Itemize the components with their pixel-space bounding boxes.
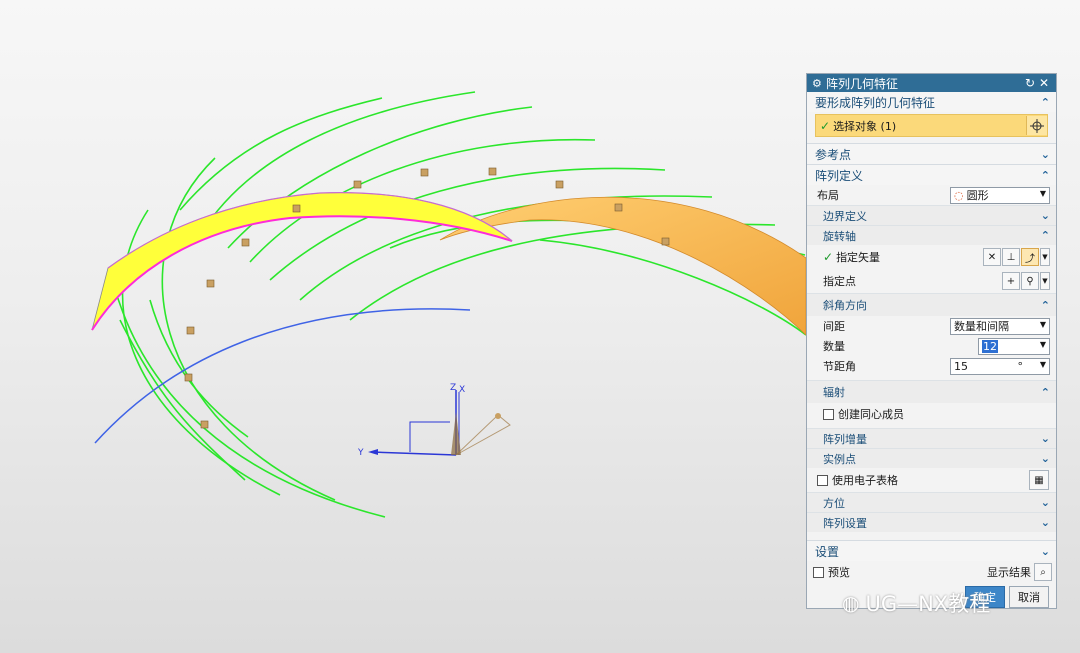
vector-dialog-icon[interactable]: ⊥ [1002,248,1020,266]
inferred-vector-icon[interactable]: ⤴ [1021,248,1039,266]
close-icon[interactable]: ✕ [1037,76,1051,90]
dialog-title: 阵列几何特征 [826,76,899,91]
vector-options-dropdown[interactable]: ▼ [1040,248,1050,266]
array-settings-header[interactable]: 阵列设置 ⌄ [807,512,1056,532]
coordinate-triad: Y Z X [357,383,511,458]
spreadsheet-icon[interactable]: ▦ [1029,470,1049,490]
show-result-magnifier-icon[interactable]: ⌕ [1034,563,1052,581]
point-dialog-icon[interactable]: + [1002,272,1020,290]
svg-text:Z: Z [450,383,456,393]
array-increment-header[interactable]: 阵列增量 ⌄ [807,428,1056,448]
spacing-row: 间距 数量和间隔 ▼ [807,316,1056,336]
dropdown-arrow-icon: ▼ [1039,188,1046,198]
gear-icon: ⚙ [812,76,822,90]
specify-point-row: 指定点 + ⚲ ▼ [807,269,1056,293]
dropdown-arrow-icon: ▼ [1039,359,1046,369]
chevron-down-icon: ⌄ [1040,147,1050,161]
layout-select[interactable]: ◌ 圆形 ▼ [950,186,1050,204]
chevron-down-icon: ⌄ [1040,209,1050,222]
check-icon: ✓ [820,118,831,133]
use-spreadsheet-checkbox[interactable] [817,474,828,486]
pitch-angle-row: 节距角 15 ° ▼ [807,356,1056,376]
chevron-down-icon: ⌄ [1040,452,1050,465]
dropdown-arrow-icon: ▼ [1039,339,1046,349]
count-input[interactable]: 12 ▼ [978,337,1050,355]
preview-checkbox[interactable] [813,566,824,578]
radiate-header[interactable]: 辐射 ⌃ [807,380,1056,403]
reverse-direction-icon[interactable]: ✕ [983,248,1001,266]
chevron-up-icon: ⌃ [1040,385,1050,399]
pattern-geometry-dialog: ⚙ 阵列几何特征 ↻ ✕ 要形成阵列的几何特征 ⌃ ✓ 选择对象 (1) 参考点… [806,73,1057,609]
instance-point-header[interactable]: 实例点 ⌄ [807,448,1056,468]
spacing-select[interactable]: 数量和间隔 ▼ [950,317,1050,335]
orange-array-instance [439,196,807,336]
orientation-header[interactable]: 方位 ⌄ [807,492,1056,512]
select-object-row[interactable]: ✓ 选择对象 (1) [815,114,1048,137]
reset-icon[interactable]: ↻ [1023,76,1037,90]
dropdown-arrow-icon: ▼ [1039,319,1046,329]
chevron-up-icon: ⌃ [1040,168,1050,182]
wechat-logo-icon: ◍ [842,591,860,615]
section-settings[interactable]: 设置 ⌄ [807,540,1056,561]
circular-layout-icon: ◌ [954,188,964,202]
chevron-down-icon: ⌄ [1040,432,1050,445]
chevron-up-icon: ⌃ [1040,229,1050,242]
use-spreadsheet-row[interactable]: 使用电子表格 ▦ [807,468,1056,492]
angular-direction-header[interactable]: 斜角方向 ⌃ [807,293,1056,316]
chevron-down-icon: ⌄ [1040,516,1050,529]
count-row: 数量 12 ▼ [807,336,1056,356]
create-concentric-checkbox[interactable] [823,408,834,420]
preview-row: 预览 显示结果 ⌕ [807,561,1056,583]
rotation-axis-header[interactable]: 旋转轴 ⌃ [807,225,1056,245]
create-concentric-row[interactable]: 创建同心成员 [807,403,1056,425]
dialog-title-bar[interactable]: ⚙ 阵列几何特征 ↻ ✕ [807,74,1056,92]
pitch-angle-input[interactable]: 15 ° ▼ [950,357,1050,375]
svg-text:Y: Y [357,448,364,458]
boundary-definition-header[interactable]: 边界定义 ⌄ [807,205,1056,225]
section-array-definition[interactable]: 阵列定义 ⌃ [807,164,1056,185]
cancel-button[interactable]: 取消 [1009,586,1049,608]
watermark: ◍ UG—NX教程 [842,591,991,616]
svg-text:X: X [459,385,465,395]
crosshair-icon[interactable] [1026,116,1047,135]
section-reference-point[interactable]: 参考点 ⌄ [807,143,1056,164]
check-icon: ✓ [823,250,834,264]
chevron-up-icon: ⌃ [1040,298,1050,312]
point-options-dropdown[interactable]: ▼ [1040,272,1050,290]
layout-row: 布局 ◌ 圆形 ▼ [807,185,1056,205]
chevron-down-icon: ⌄ [1040,496,1050,509]
chevron-down-icon: ⌄ [1040,544,1050,558]
specify-vector-row: ✓ 指定矢量 ✕ ⊥ ⤴ ▼ [807,245,1056,269]
chevron-up-icon: ⌃ [1040,95,1050,109]
inferred-point-icon[interactable]: ⚲ [1021,272,1039,290]
magenta-edge [91,215,513,331]
section-geometry-to-pattern[interactable]: 要形成阵列的几何特征 ⌃ [807,92,1056,112]
